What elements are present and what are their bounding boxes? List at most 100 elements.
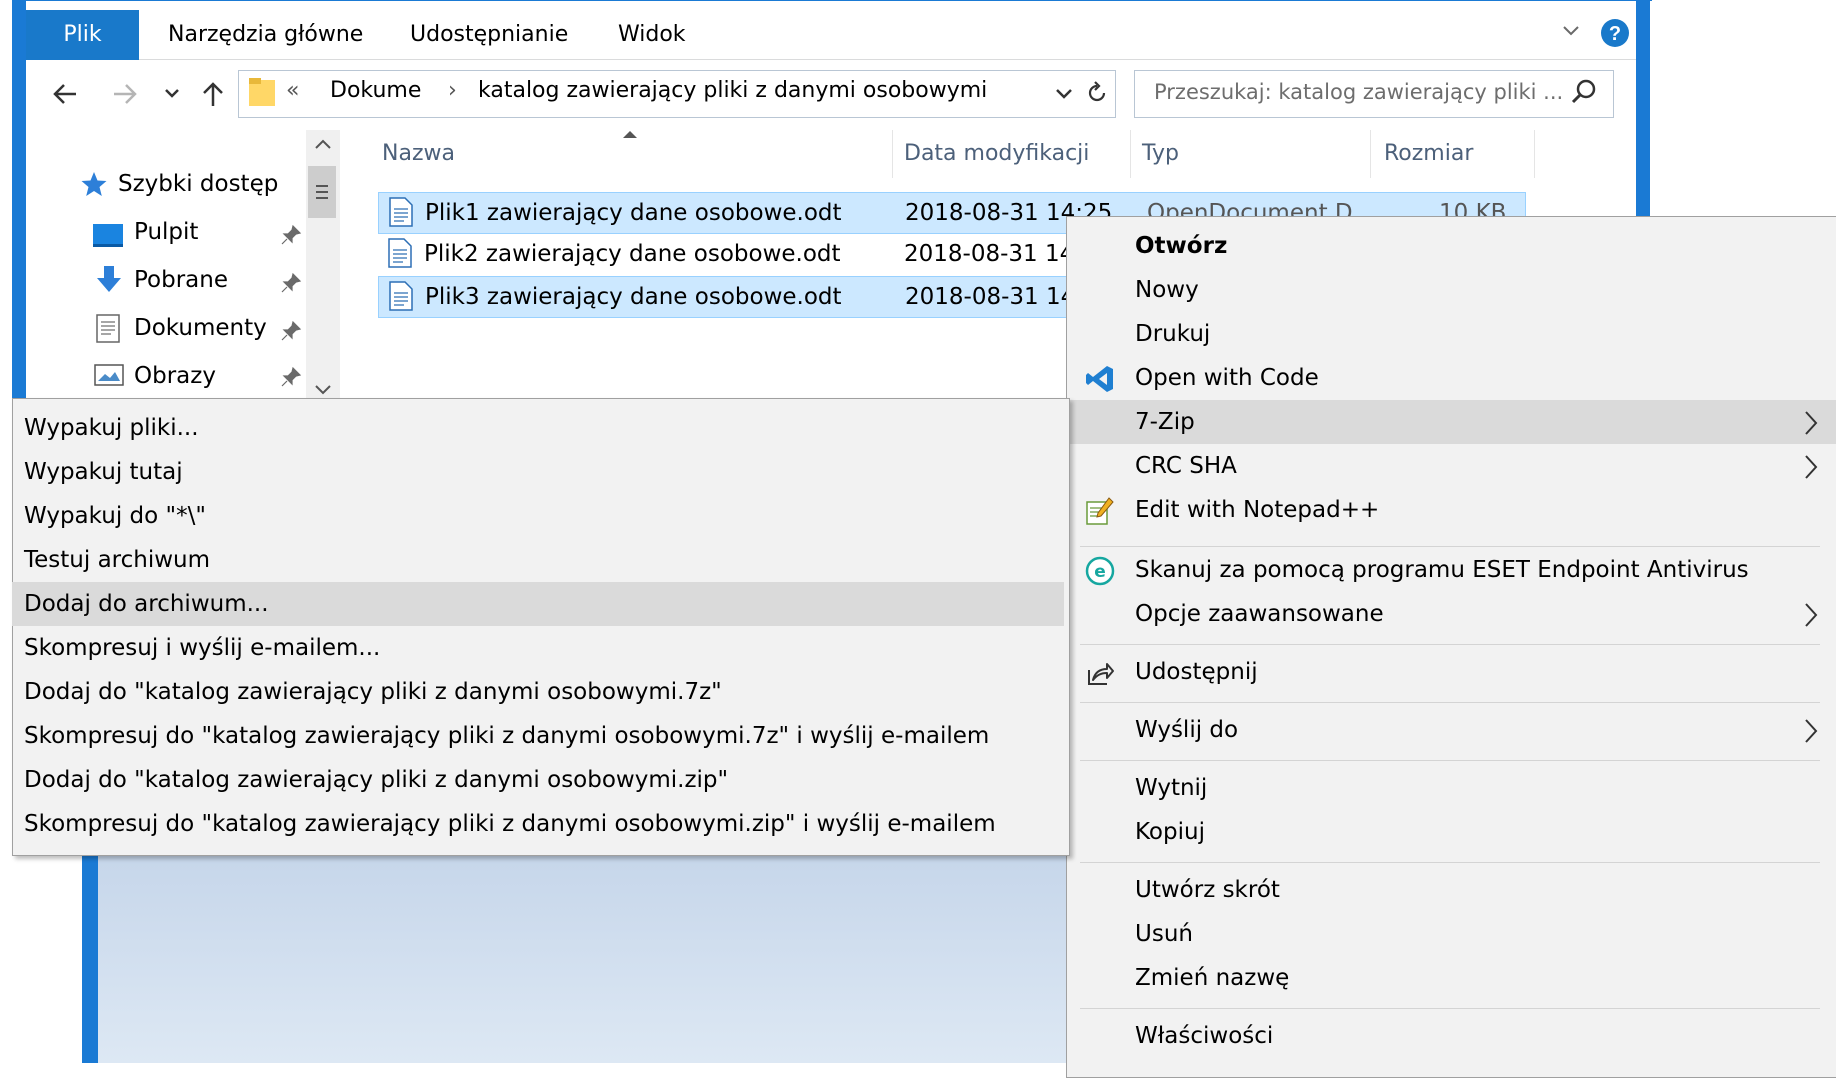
star-icon <box>80 170 108 198</box>
document-icon <box>389 281 413 311</box>
pin-icon[interactable] <box>280 272 302 294</box>
menu-item-open[interactable]: Otwórz <box>1067 224 1836 268</box>
window-left-frame <box>12 0 26 400</box>
submenu-item-label: Wypakuj pliki... <box>24 415 199 441</box>
menu-separator <box>1080 1008 1820 1009</box>
submenu-item-add-to-7z[interactable]: Dodaj do "katalog zawierający pliki z da… <box>12 670 1066 714</box>
menu-item-label: Edit with Notepad++ <box>1135 497 1380 523</box>
notepad-plus-plus-icon <box>1085 496 1115 526</box>
menu-separator <box>1080 862 1820 863</box>
menu-item-create-shortcut[interactable]: Utwórz skrót <box>1067 868 1836 912</box>
scroll-down-icon[interactable] <box>312 378 334 400</box>
menu-separator <box>1080 760 1820 761</box>
menu-item-crc-sha[interactable]: CRC SHA <box>1067 444 1836 488</box>
submenu-item-compress-email[interactable]: Skompresuj i wyślij e-mailem... <box>12 626 1066 670</box>
downloads-icon <box>94 264 124 296</box>
refresh-icon[interactable] <box>1084 80 1110 106</box>
tab-share[interactable]: Udostępnianie <box>410 10 568 60</box>
menu-separator <box>1080 546 1820 547</box>
menu-item-edit-notepad[interactable]: Edit with Notepad++ <box>1067 488 1836 532</box>
menu-item-delete[interactable]: Usuń <box>1067 912 1836 956</box>
menu-item-label: Udostępnij <box>1135 659 1258 685</box>
submenu-item-add-to-archive[interactable]: Dodaj do archiwum... <box>12 582 1064 626</box>
search-placeholder[interactable]: Przeszukaj: katalog zawierający pliki ..… <box>1154 80 1563 104</box>
submenu-item-extract-here[interactable]: Wypakuj tutaj <box>12 450 1066 494</box>
submenu-item-add-to-zip[interactable]: Dodaj do "katalog zawierający pliki z da… <box>12 758 1066 802</box>
column-size[interactable]: Rozmiar <box>1370 130 1535 178</box>
desktop-icon <box>92 222 124 248</box>
nav-item-pictures[interactable]: Obrazy <box>134 352 216 400</box>
submenu-arrow-icon <box>1803 454 1819 480</box>
share-icon <box>1085 658 1115 688</box>
back-icon[interactable] <box>50 80 80 108</box>
up-icon[interactable] <box>198 78 228 110</box>
menu-item-send-to[interactable]: Wyślij do <box>1067 708 1836 752</box>
breadcrumb-separator: › <box>448 78 457 103</box>
help-icon[interactable]: ? <box>1600 18 1630 48</box>
recent-locations-icon[interactable] <box>162 86 182 102</box>
submenu-item-extract-files[interactable]: Wypakuj pliki... <box>12 406 1066 450</box>
submenu-arrow-icon <box>1803 718 1819 744</box>
nav-item-documents[interactable]: Dokumenty <box>134 304 267 352</box>
window-top-frame <box>12 0 1652 9</box>
menu-item-label: Zmień nazwę <box>1135 965 1290 991</box>
breadcrumb-current-folder[interactable]: katalog zawierający pliki z danymi osobo… <box>478 78 987 103</box>
submenu-item-label: Dodaj do "katalog zawierający pliki z da… <box>24 679 722 705</box>
menu-item-copy[interactable]: Kopiuj <box>1067 810 1836 854</box>
window-background <box>98 855 1068 1063</box>
forward-icon[interactable] <box>110 80 140 108</box>
scroll-up-icon[interactable] <box>312 134 334 156</box>
window-right-frame <box>1636 0 1650 230</box>
breadcrumb-overflow[interactable]: « <box>286 78 299 103</box>
menu-item-open-with-code[interactable]: Open with Code <box>1067 356 1836 400</box>
menu-item-properties[interactable]: Właściwości <box>1067 1014 1836 1058</box>
address-dropdown-icon[interactable] <box>1054 86 1074 102</box>
submenu-item-extract-to[interactable]: Wypakuj do "*\" <box>12 494 1066 538</box>
pin-icon[interactable] <box>280 224 302 246</box>
menu-item-label: Drukuj <box>1135 321 1211 347</box>
scroll-thumb[interactable] <box>308 166 336 218</box>
nav-quick-access[interactable]: Szybki dostęp <box>118 160 278 208</box>
window-left-frame-lower <box>82 855 98 1063</box>
menu-item-rename[interactable]: Zmień nazwę <box>1067 956 1836 1000</box>
menu-item-label: 7-Zip <box>1135 409 1195 435</box>
submenu-item-test-archive[interactable]: Testuj archiwum <box>12 538 1066 582</box>
menu-item-label: Wyślij do <box>1135 717 1239 743</box>
menu-item-7zip[interactable]: 7-Zip <box>1067 400 1836 444</box>
breadcrumb-documents[interactable]: Dokume <box>330 78 421 103</box>
menu-item-new[interactable]: Nowy <box>1067 268 1836 312</box>
file-name: Plik1 zawierający dane osobowe.odt <box>425 200 842 226</box>
menu-item-label: Nowy <box>1135 277 1199 303</box>
tab-home[interactable]: Narzędzia główne <box>168 10 363 60</box>
svg-text:e: e <box>1094 562 1106 582</box>
vscode-icon <box>1085 364 1115 394</box>
menu-item-label: Wytnij <box>1135 775 1208 801</box>
column-date-modified[interactable]: Data modyfikacji <box>892 130 1131 178</box>
menu-item-advanced-options[interactable]: Opcje zaawansowane <box>1067 592 1836 636</box>
menu-item-print[interactable]: Drukuj <box>1067 312 1836 356</box>
tab-file[interactable]: Plik <box>26 10 139 60</box>
menu-item-share[interactable]: Udostępnij <box>1067 650 1836 694</box>
search-icon[interactable] <box>1570 78 1598 106</box>
submenu-item-compress-zip-email[interactable]: Skompresuj do "katalog zawierający pliki… <box>12 802 1066 846</box>
pin-icon[interactable] <box>280 320 302 342</box>
submenu-item-compress-7z-email[interactable]: Skompresuj do "katalog zawierający pliki… <box>12 714 1066 758</box>
column-name[interactable]: Nazwa <box>380 130 893 178</box>
menu-item-cut[interactable]: Wytnij <box>1067 766 1836 810</box>
menu-separator <box>1080 644 1820 645</box>
eset-icon: e <box>1085 556 1115 586</box>
menu-item-label: Skanuj za pomocą programu ESET Endpoint … <box>1135 557 1749 583</box>
submenu-item-label: Skompresuj i wyślij e-mailem... <box>24 635 381 661</box>
menu-item-eset-scan[interactable]: e Skanuj za pomocą programu ESET Endpoin… <box>1067 548 1836 592</box>
nav-item-desktop[interactable]: Pulpit <box>134 208 198 256</box>
document-icon <box>388 238 412 268</box>
expand-ribbon-icon[interactable] <box>1560 20 1582 42</box>
tab-view[interactable]: Widok <box>618 10 686 60</box>
pin-icon[interactable] <box>280 366 302 388</box>
documents-icon <box>96 314 122 344</box>
folder-icon <box>248 76 276 108</box>
column-type[interactable]: Typ <box>1130 130 1371 178</box>
nav-item-downloads[interactable]: Pobrane <box>134 256 228 304</box>
file-name: Plik2 zawierający dane osobowe.odt <box>424 241 841 267</box>
submenu-arrow-icon <box>1803 602 1819 628</box>
